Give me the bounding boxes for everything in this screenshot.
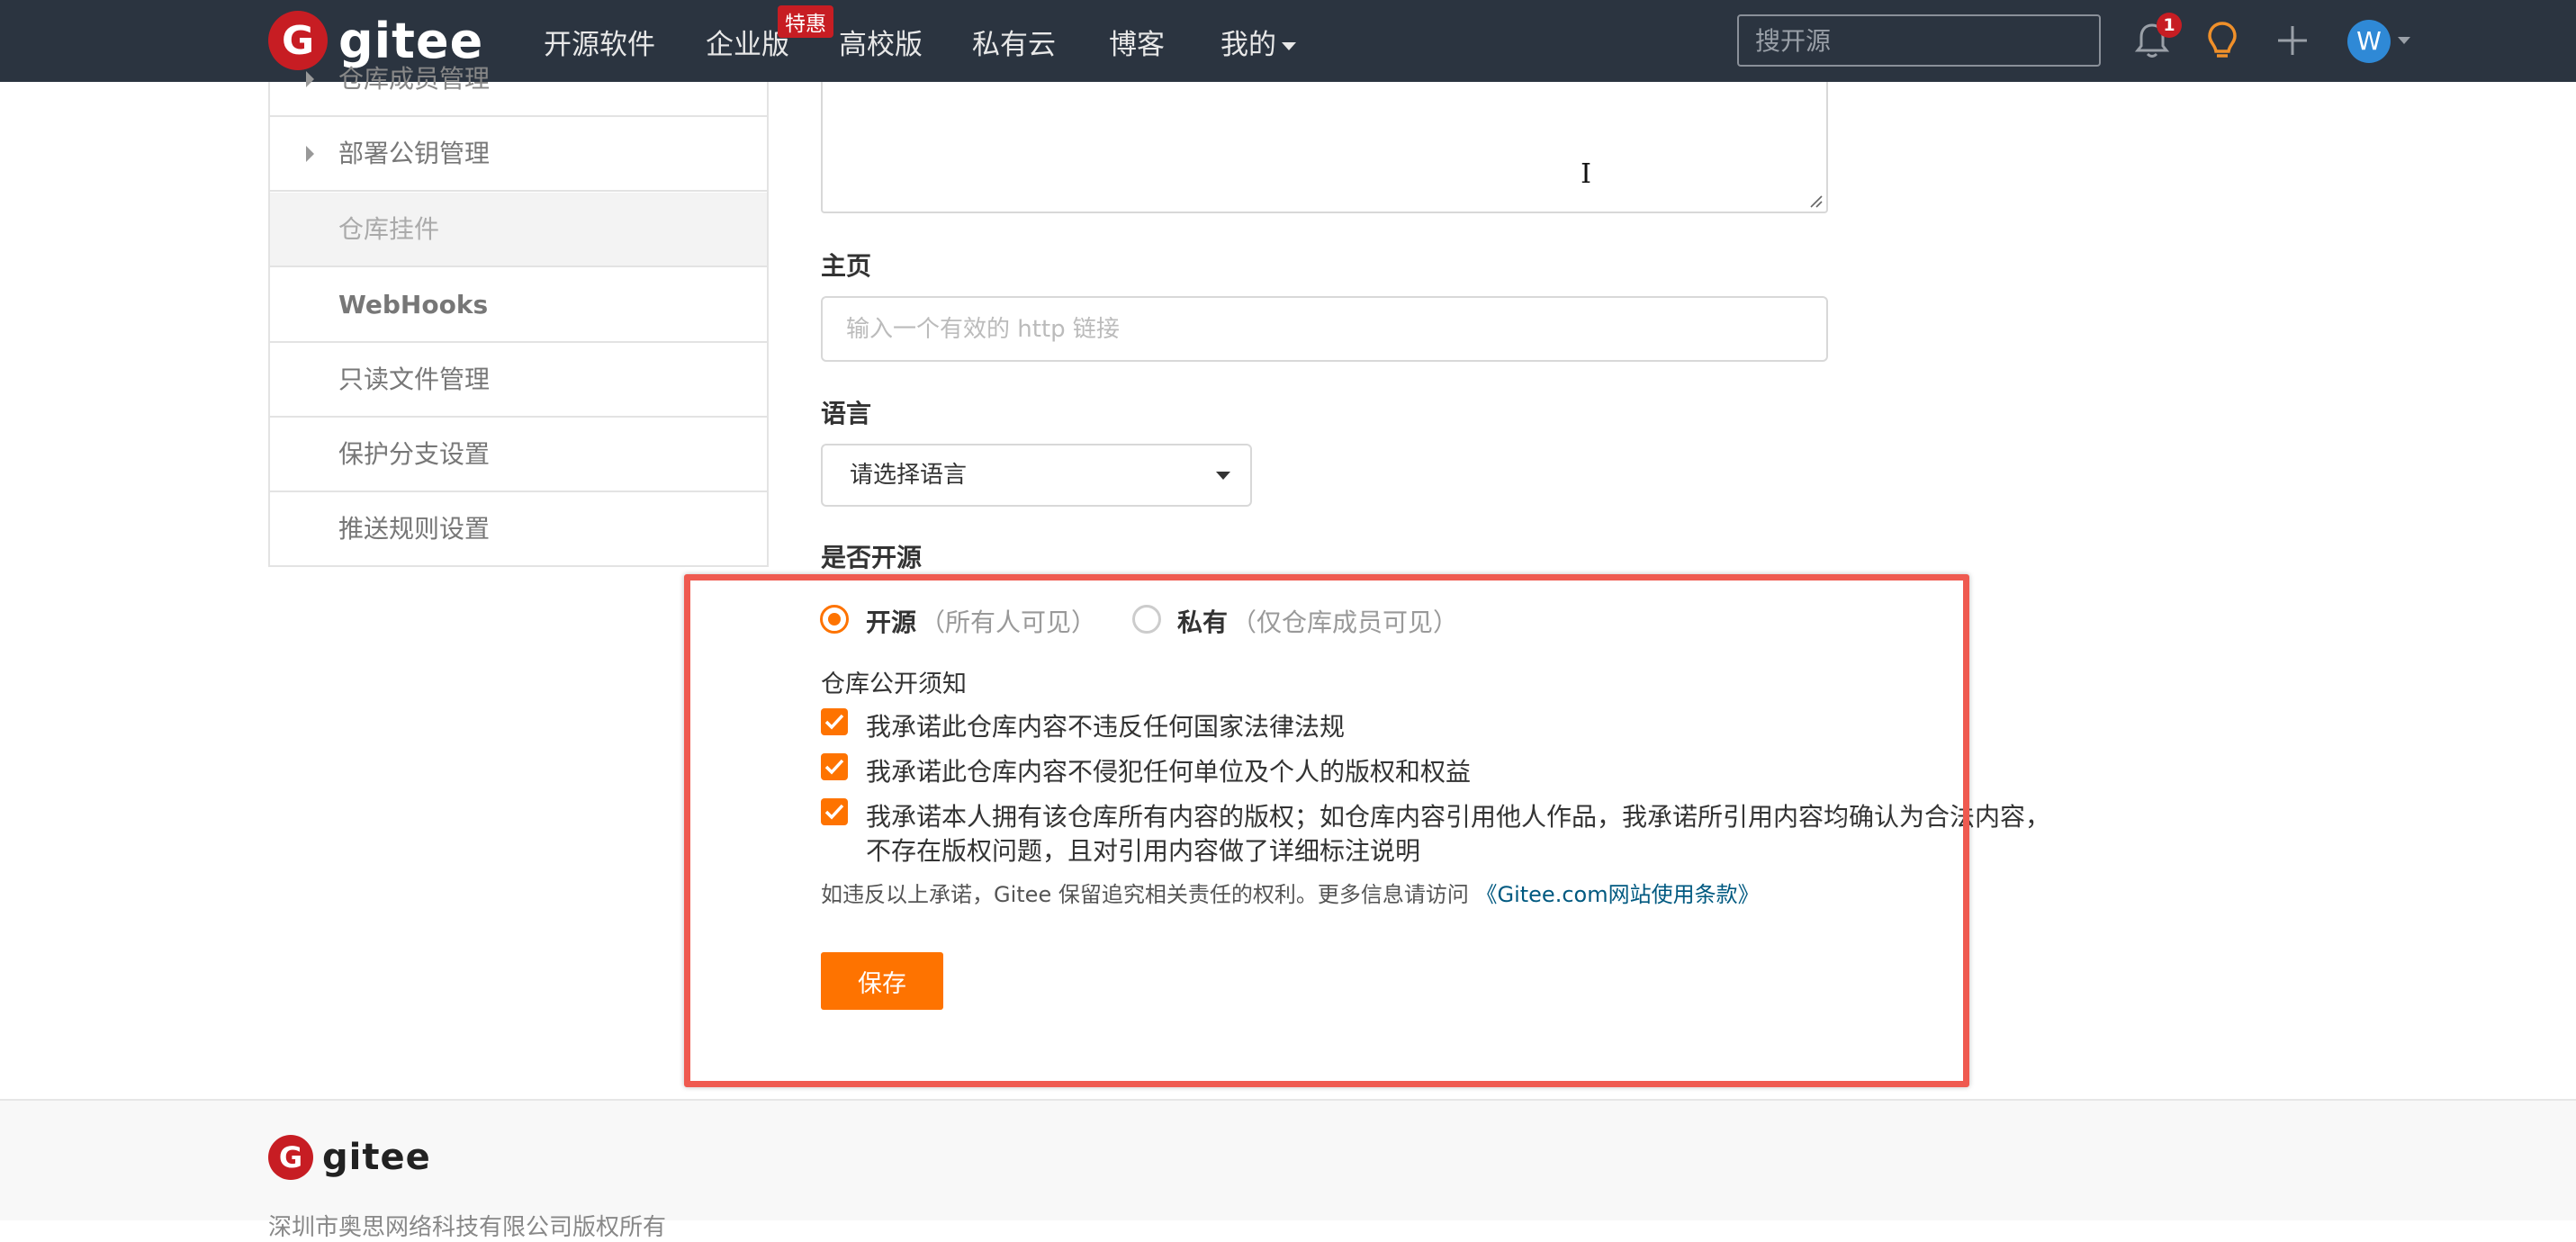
sidebar-item-deploy-keys[interactable]: 部署公钥管理: [270, 117, 767, 192]
sidebar-item-label: 只读文件管理: [338, 364, 491, 394]
chevron-down-icon: [1216, 472, 1230, 480]
search-input[interactable]: [1737, 14, 2101, 67]
sidebar-item-label: 仓库成员管理: [338, 64, 491, 94]
settings-sidebar: 仓库成员管理 部署公钥管理 仓库挂件 WebHooks 只读文件管理 保护分支设…: [268, 64, 769, 567]
text-cursor-icon: I: [1581, 158, 1591, 190]
sidebar-item-members[interactable]: 仓库成员管理: [270, 42, 767, 117]
nav-mine[interactable]: 我的: [1220, 22, 1296, 62]
avatar-chevron-down-icon[interactable]: [2398, 37, 2410, 44]
page-footer: G gitee 深圳市奥思网络科技有限公司版权所有: [0, 1099, 2576, 1241]
sidebar-item-label: 推送规则设置: [338, 514, 491, 544]
caret-right-icon: [306, 70, 314, 87]
user-avatar[interactable]: W: [2347, 20, 2391, 63]
sidebar-item-widgets[interactable]: 仓库挂件: [270, 193, 767, 267]
sidebar-item-label: 保护分支设置: [338, 439, 491, 469]
nav-private-cloud[interactable]: 私有云: [972, 22, 1056, 62]
plus-icon[interactable]: [2270, 18, 2315, 63]
sidebar-item-label: 部署公钥管理: [338, 139, 491, 168]
sidebar-item-push-rules[interactable]: 推送规则设置: [270, 492, 767, 567]
chevron-down-icon: [1282, 42, 1296, 50]
gitee-logo-icon: G: [268, 1135, 313, 1180]
homepage-label: 主页: [821, 251, 872, 281]
sidebar-item-readonly-files[interactable]: 只读文件管理: [270, 343, 767, 418]
sidebar-item-webhooks[interactable]: WebHooks: [270, 268, 767, 343]
sidebar-item-label: WebHooks: [338, 290, 489, 320]
nav-education[interactable]: 高校版: [839, 22, 923, 62]
nav-blog[interactable]: 博客: [1109, 22, 1165, 62]
footer-logo-text: gitee: [322, 1137, 431, 1178]
footer-logo[interactable]: G gitee: [268, 1135, 431, 1180]
annotation-highlight-box: [684, 574, 1969, 1087]
lightbulb-icon[interactable]: [2200, 18, 2245, 63]
sidebar-item-label: 仓库挂件: [338, 214, 440, 244]
sidebar-item-protected-branches[interactable]: 保护分支设置: [270, 418, 767, 492]
caret-right-icon: [306, 145, 314, 162]
homepage-input[interactable]: [821, 296, 1828, 362]
language-label: 语言: [821, 399, 872, 428]
enterprise-promo-badge: 特惠: [778, 5, 833, 38]
description-textarea[interactable]: [821, 82, 1828, 213]
footer-copyright: 深圳市奥思网络科技有限公司版权所有: [268, 1214, 667, 1241]
opensource-label: 是否开源: [821, 543, 923, 572]
notification-count-badge: 1: [2157, 13, 2182, 38]
nav-mine-label: 我的: [1220, 29, 1276, 61]
resize-handle-icon[interactable]: [1808, 194, 1823, 208]
language-select[interactable]: 请选择语言: [821, 444, 1252, 507]
language-select-value: 请选择语言: [850, 462, 968, 489]
